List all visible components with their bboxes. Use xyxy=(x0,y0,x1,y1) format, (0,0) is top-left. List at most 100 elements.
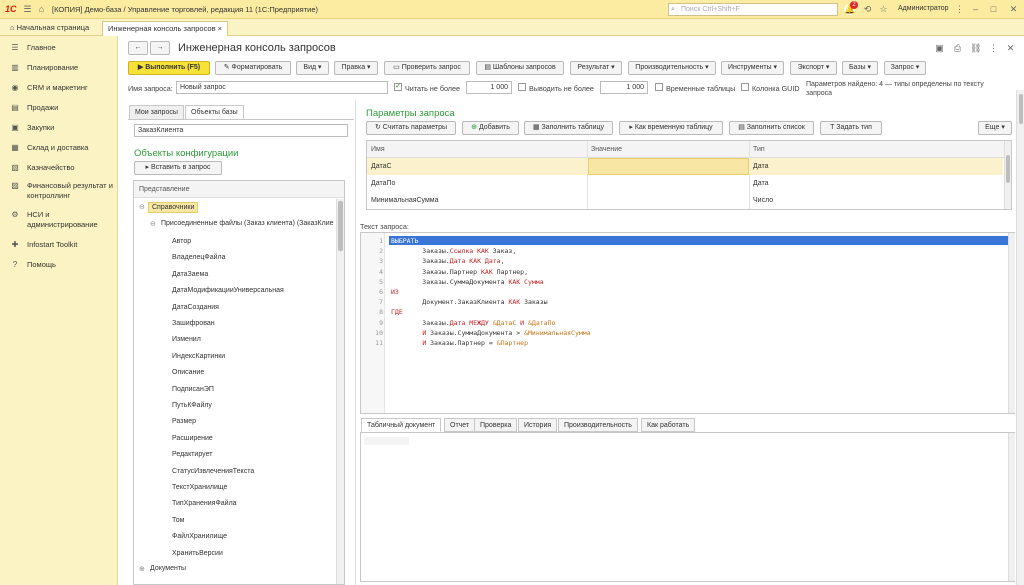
read-limit-input[interactable]: 1 000 xyxy=(466,81,512,94)
sidebar-item-main[interactable]: ☰ Главное xyxy=(0,43,118,53)
sidebar-item-sales[interactable]: ▤ Продажи xyxy=(0,103,118,113)
execute-button[interactable]: ▶ Выполнить (F5) xyxy=(128,61,210,75)
tree-field-item[interactable]: Том xyxy=(172,517,184,524)
sidebar-item-planning[interactable]: ▥ Планирование xyxy=(0,63,118,73)
result-tab[interactable]: Производительность xyxy=(558,418,638,432)
home-icon[interactable]: ⌂ xyxy=(36,4,47,15)
output-limit-input[interactable]: 1 000 xyxy=(600,81,648,94)
editor-scrollbar[interactable] xyxy=(1008,233,1015,413)
more-actions-icon[interactable]: ⋮ xyxy=(988,43,999,54)
tab-base-objects[interactable]: Объекты базы xyxy=(185,105,244,120)
output-limit-checkbox[interactable] xyxy=(518,83,526,91)
result-tab[interactable]: Табличный документ xyxy=(361,418,442,432)
sidebar-item-treasury[interactable]: ▧ Казначейство xyxy=(0,163,118,173)
tree-scrollbar[interactable] xyxy=(336,199,344,584)
format-button[interactable]: ✎ Форматировать xyxy=(215,61,291,75)
more-params-button[interactable]: Еще ▾ xyxy=(978,121,1012,135)
params-scroll-thumb[interactable] xyxy=(1006,155,1010,183)
tab-home[interactable]: ⌂ Начальная страница xyxy=(5,21,94,36)
tree-item-documents[interactable]: Документы xyxy=(150,565,186,572)
tree-field-item[interactable]: Редактирует xyxy=(172,451,212,458)
sidebar-item-infostart[interactable]: ✚ Infostart Toolkit xyxy=(0,240,118,250)
tree-field-item[interactable]: Изменил xyxy=(172,336,201,343)
result-menu-button[interactable]: Результат ▾ xyxy=(570,61,622,75)
read-limit-checkbox[interactable]: ✓ xyxy=(394,83,402,91)
view-menu-button[interactable]: Вид ▾ xyxy=(296,61,329,75)
params-scrollbar[interactable] xyxy=(1004,141,1011,209)
tree-field-item[interactable]: Зашифрован xyxy=(172,320,215,327)
fill-table-button[interactable]: ▦ Заполнить таблицу xyxy=(524,121,613,135)
sidebar-item-help[interactable]: ? Помощь xyxy=(0,260,118,270)
back-button[interactable]: ← xyxy=(128,41,148,55)
menu-icon[interactable]: ☰ xyxy=(22,4,33,15)
link-icon[interactable]: ⛓ xyxy=(970,43,981,54)
print-icon[interactable]: ⎙ xyxy=(952,43,963,54)
close-form-icon[interactable]: ✕ xyxy=(1005,43,1016,54)
tree-field-item[interactable]: ФайлХранилище xyxy=(172,533,227,540)
guid-column-checkbox[interactable] xyxy=(741,83,749,91)
bases-menu-button[interactable]: Базы ▾ xyxy=(842,61,878,75)
tree-field-item[interactable]: СтатусИзвлеченияТекста xyxy=(172,468,254,475)
temp-tables-checkbox[interactable] xyxy=(655,83,663,91)
as-temp-table-button[interactable]: ▸ Как временную таблицу xyxy=(619,121,723,135)
tree-field-item[interactable]: Размер xyxy=(172,418,196,425)
sidebar-item-purchases[interactable]: ▣ Закупки xyxy=(0,123,118,133)
collapse-attached-icon[interactable]: ⊖ xyxy=(150,220,156,228)
page-scrollbar[interactable] xyxy=(1016,90,1024,585)
edit-menu-button[interactable]: Правка ▾ xyxy=(334,61,378,75)
forward-button[interactable]: → xyxy=(150,41,170,55)
result-tab[interactable]: Как работать xyxy=(641,418,696,432)
tree-field-item[interactable]: Автор xyxy=(172,238,191,245)
tree-field-item[interactable]: ИндексКартинки xyxy=(172,353,225,360)
check-query-button[interactable]: ▭ Проверить запрос xyxy=(384,61,470,75)
value-cell-selected[interactable] xyxy=(588,158,749,175)
tree-field-item[interactable]: ПодписанЭП xyxy=(172,386,214,393)
sidebar-item-warehouse[interactable]: ▦ Склад и доставка xyxy=(0,143,118,153)
objects-search-input[interactable]: ЗаказКлиента xyxy=(134,124,348,137)
user-name[interactable]: Администратор xyxy=(898,5,949,12)
tree-field-item[interactable]: ХранитьВерсии xyxy=(172,550,223,557)
tree-field-item[interactable]: ТипХраненияФайла xyxy=(172,500,237,507)
tree-field-item[interactable]: ДатаЗаема xyxy=(172,271,208,278)
tools-menu-button[interactable]: Инструменты ▾ xyxy=(721,61,784,75)
performance-menu-button[interactable]: Производительность ▾ xyxy=(628,61,716,75)
result-scrollbar[interactable] xyxy=(1008,433,1015,581)
tree-field-item[interactable]: Описание xyxy=(172,369,204,376)
fill-list-button[interactable]: ▤ Заполнить список xyxy=(729,121,814,135)
tab-query-console[interactable]: Инженерная консоль запросов × xyxy=(102,21,229,36)
set-type-button[interactable]: T Задать тип xyxy=(820,121,882,135)
tree-field-item[interactable]: ВладелецФайла xyxy=(172,254,225,261)
tree-field-item[interactable]: ДатаМодификацииУниверсальная xyxy=(172,287,284,294)
count-params-button[interactable]: ↻ Считать параметры xyxy=(366,121,456,135)
insert-into-query-button[interactable]: ▸ Вставить в запрос xyxy=(134,161,222,175)
tree-field-item[interactable]: ПутьКФайлу xyxy=(172,402,212,409)
maximize-icon[interactable]: □ xyxy=(988,4,999,15)
history-icon[interactable]: ⟲ xyxy=(862,4,873,15)
sidebar-item-nsi[interactable]: ⚙ НСИ и администрирование xyxy=(0,210,110,230)
close-tab-icon[interactable]: × xyxy=(218,24,222,33)
result-tab[interactable]: Проверка xyxy=(474,418,518,432)
export-menu-button[interactable]: Экспорт ▾ xyxy=(790,61,837,75)
tree-item-attached-files[interactable]: Присоединенные файлы (Заказ клиента) (За… xyxy=(161,220,334,227)
result-tab[interactable]: История xyxy=(518,418,558,432)
query-menu-button[interactable]: Запрос ▾ xyxy=(884,61,926,75)
tree-field-item[interactable]: ДатаСоздания xyxy=(172,304,219,311)
tree-field-item[interactable]: Расширение xyxy=(172,435,213,442)
minimize-icon[interactable]: – xyxy=(970,4,981,15)
close-window-icon[interactable]: ✕ xyxy=(1008,4,1019,15)
tree-field-item[interactable]: ТекстХранилище xyxy=(172,484,227,491)
result-tab[interactable]: Отчет xyxy=(444,418,476,432)
sidebar-item-finance[interactable]: ▨ Финансовый результат и контроллинг xyxy=(0,181,116,201)
more-icon[interactable]: ⋮ xyxy=(954,4,965,15)
page-scroll-thumb[interactable] xyxy=(1019,94,1023,124)
tree-item-catalogs[interactable]: Справочники xyxy=(148,202,199,213)
collapse-catalogs-icon[interactable]: ⊖ xyxy=(139,203,145,211)
query-editor[interactable]: 1 ВЫБРАТЬ 2 Заказы.Ссылка КАК Заказ, 3 Зака… xyxy=(360,232,1015,414)
favorites-icon[interactable]: ☆ xyxy=(878,4,889,15)
query-name-input[interactable]: Новый запрос xyxy=(176,81,388,94)
tree-scroll-thumb[interactable] xyxy=(338,201,343,251)
tab-my-queries[interactable]: Мои запросы xyxy=(129,105,184,120)
templates-button[interactable]: ▤ Шаблоны запросов xyxy=(476,61,564,75)
sidebar-item-crm[interactable]: ◉ CRM и маркетинг xyxy=(0,83,118,93)
expand-documents-icon[interactable]: ⊕ xyxy=(139,565,145,573)
